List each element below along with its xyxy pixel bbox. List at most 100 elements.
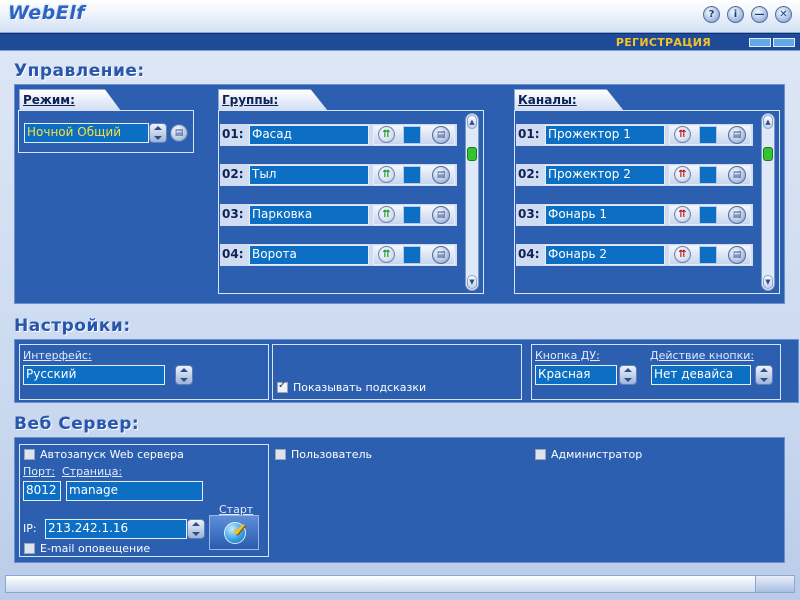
top-band: РЕГИСТРАЦИЯ	[0, 33, 800, 51]
group-status-indicator	[403, 246, 421, 264]
channel-status-indicator	[699, 126, 717, 144]
remote-button-label: Кнопка ДУ:	[535, 349, 600, 362]
group-toggle-icon[interactable]: ⇈	[378, 126, 395, 143]
group-toggle-icon[interactable]: ⇈	[378, 246, 395, 263]
group-name-field[interactable]: Ворота	[249, 245, 369, 265]
port-input[interactable]: 8012	[23, 481, 61, 501]
groups-list: 01: Фасад ⇈ ▤ 02: Тыл ⇈ ▤ 03: Парковка ⇈…	[218, 110, 484, 294]
channel-toggle-icon[interactable]: ⇈	[674, 206, 691, 223]
settings-section-title: Настройки:	[14, 316, 131, 336]
admin-label: Администратор	[551, 448, 643, 461]
band-indicator	[749, 38, 771, 47]
mode-settings-icon[interactable]: ▤	[170, 124, 188, 142]
scroll-up-icon[interactable]: ▲	[467, 115, 477, 129]
tab-channels[interactable]: Каналы:	[514, 89, 624, 111]
ip-spinner[interactable]	[187, 519, 205, 539]
group-status-indicator	[403, 166, 421, 184]
groups-scrollbar[interactable]: ▲ ▼	[465, 113, 479, 291]
group-name-field[interactable]: Тыл	[249, 165, 369, 185]
channel-toggle-icon[interactable]: ⇈	[674, 166, 691, 183]
autostart-label: Автозапуск Web сервера	[40, 448, 184, 461]
tab-channels-label: Каналы:	[518, 93, 577, 107]
scroll-thumb[interactable]	[763, 147, 773, 161]
remote-box: Кнопка ДУ: Красная Действие кнопки: Нет …	[531, 344, 781, 400]
info-icon[interactable]: i	[727, 6, 744, 23]
interface-spinner[interactable]	[175, 365, 193, 385]
tab-mode[interactable]: Режим:	[19, 89, 121, 111]
interface-label: Интерфейс:	[23, 349, 92, 362]
channel-num: 04:	[518, 247, 540, 261]
hints-box: Показывать подсказки	[272, 344, 522, 400]
show-hints-label: Показывать подсказки	[293, 381, 427, 394]
user-checkbox[interactable]	[275, 449, 286, 460]
remote-button-spinner[interactable]	[619, 365, 637, 385]
group-settings-icon[interactable]: ▤	[432, 206, 450, 224]
scroll-down-icon[interactable]: ▼	[467, 275, 477, 289]
channel-toggle-icon[interactable]: ⇈	[674, 246, 691, 263]
check-icon: ✔	[232, 520, 248, 541]
button-action-select[interactable]: Нет девайса	[651, 365, 751, 385]
page-label: Страница:	[62, 465, 123, 478]
channel-name-field[interactable]: Фонарь 1	[545, 205, 665, 225]
interface-box: Интерфейс: Русский	[19, 344, 269, 400]
scroll-thumb[interactable]	[467, 147, 477, 161]
user-label: Пользователь	[291, 448, 373, 461]
control-section-title: Управление:	[14, 61, 145, 81]
close-icon[interactable]: ✕	[775, 6, 792, 23]
channel-num: 02:	[518, 167, 540, 181]
control-panel: Режим: Ночной Общий ▤ Группы: 01: Фасад …	[14, 84, 785, 304]
channel-status-indicator	[699, 166, 717, 184]
app-title: WebElf	[8, 2, 85, 24]
autostart-checkbox[interactable]	[24, 449, 35, 460]
button-action-label: Действие кнопки:	[650, 349, 755, 362]
email-notify-checkbox[interactable]	[24, 543, 35, 554]
admin-checkbox[interactable]	[535, 449, 546, 460]
channel-toggle-icon[interactable]: ⇈	[674, 126, 691, 143]
ip-select[interactable]: 213.242.1.16	[45, 519, 187, 539]
group-name-field[interactable]: Парковка	[249, 205, 369, 225]
status-bar	[5, 575, 795, 593]
channel-settings-icon[interactable]: ▤	[728, 166, 746, 184]
button-action-spinner[interactable]	[755, 365, 773, 385]
minimize-icon[interactable]: —	[751, 6, 768, 23]
page-input[interactable]: manage	[66, 481, 203, 501]
channel-name-field[interactable]: Прожектор 1	[545, 125, 665, 145]
interface-select[interactable]: Русский	[23, 365, 165, 385]
channel-name-field[interactable]: Прожектор 2	[545, 165, 665, 185]
register-link[interactable]: РЕГИСТРАЦИЯ	[616, 36, 711, 49]
show-hints-checkbox[interactable]	[277, 380, 288, 393]
help-icon[interactable]: ?	[703, 6, 720, 23]
group-toggle-icon[interactable]: ⇈	[378, 206, 395, 223]
remote-button-select[interactable]: Красная	[535, 365, 617, 385]
channels-scrollbar[interactable]: ▲ ▼	[761, 113, 775, 291]
channels-list: 01: Прожектор 1 ⇈ ▤ 02: Прожектор 2 ⇈ ▤ …	[514, 110, 780, 294]
group-num: 01:	[222, 127, 244, 141]
mode-spinner[interactable]	[149, 123, 167, 143]
group-status-indicator	[403, 206, 421, 224]
channel-name-field[interactable]: Фонарь 2	[545, 245, 665, 265]
group-settings-icon[interactable]: ▤	[432, 246, 450, 264]
scroll-up-icon[interactable]: ▲	[763, 115, 773, 129]
group-settings-icon[interactable]: ▤	[432, 126, 450, 144]
channel-num: 03:	[518, 207, 540, 221]
channel-num: 01:	[518, 127, 540, 141]
group-name-field[interactable]: Фасад	[249, 125, 369, 145]
group-num: 04:	[222, 247, 244, 261]
group-settings-icon[interactable]: ▤	[432, 166, 450, 184]
webserver-panel: Автозапуск Web сервера Порт: Страница: 8…	[14, 437, 785, 563]
ip-label: IP:	[23, 522, 37, 535]
mode-select[interactable]: Ночной Общий	[24, 123, 149, 143]
settings-panel: Интерфейс: Русский Показывать подсказки …	[14, 339, 799, 403]
scroll-down-icon[interactable]: ▼	[763, 275, 773, 289]
group-toggle-icon[interactable]: ⇈	[378, 166, 395, 183]
channel-settings-icon[interactable]: ▤	[728, 246, 746, 264]
webserver-section-title: Веб Сервер:	[14, 414, 140, 434]
start-server-button[interactable]: ✔	[209, 515, 259, 550]
group-num: 02:	[222, 167, 244, 181]
tab-groups[interactable]: Группы:	[218, 89, 328, 111]
resize-grip[interactable]	[755, 576, 794, 592]
band-indicator	[773, 38, 795, 47]
channel-settings-icon[interactable]: ▤	[728, 206, 746, 224]
app-window: WebElf ? i — ✕ РЕГИСТРАЦИЯ Управление: Р…	[0, 0, 800, 600]
channel-settings-icon[interactable]: ▤	[728, 126, 746, 144]
